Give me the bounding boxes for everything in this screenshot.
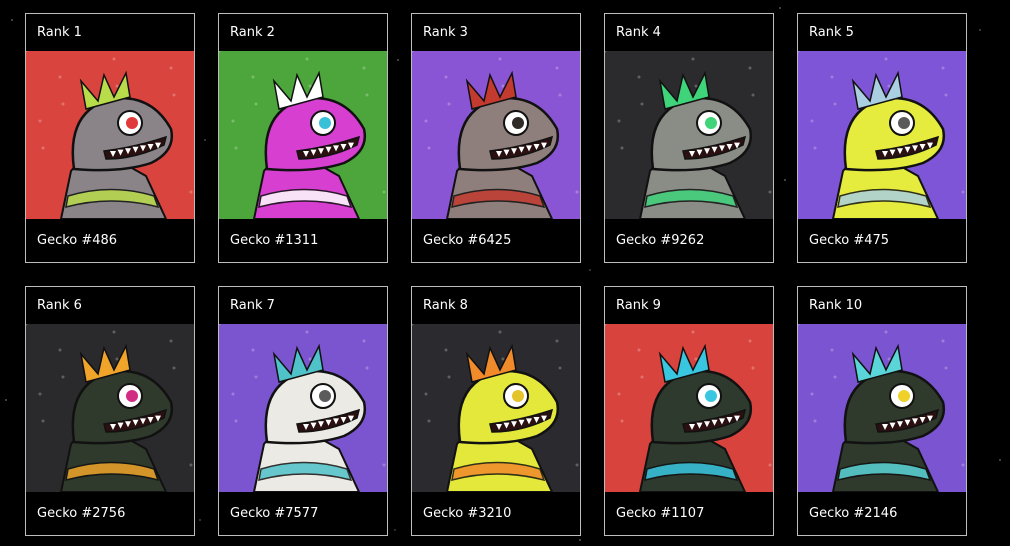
gecko-9262-art [605, 51, 773, 219]
gecko-name[interactable]: Gecko #475 [798, 219, 966, 262]
gecko-image[interactable] [412, 51, 580, 219]
gecko-7577-art [219, 324, 387, 492]
gecko-name[interactable]: Gecko #1311 [219, 219, 387, 262]
rank-label: Rank 8 [423, 298, 468, 313]
gecko-rank-grid: Rank 1 Gecko #486 Rank 2 Gecko #1311 Ran… [25, 13, 967, 536]
gecko-name[interactable]: Gecko #3210 [412, 492, 580, 535]
gecko-name[interactable]: Gecko #486 [26, 219, 194, 262]
gecko-card[interactable]: Rank 1 Gecko #486 [25, 13, 195, 263]
gecko-2146-art [798, 324, 966, 492]
gecko-image[interactable] [26, 51, 194, 219]
gecko-name[interactable]: Gecko #6425 [412, 219, 580, 262]
gecko-card[interactable]: Rank 7 Gecko #7577 [218, 286, 388, 536]
gecko-name[interactable]: Gecko #2146 [798, 492, 966, 535]
gecko-name[interactable]: Gecko #2756 [26, 492, 194, 535]
gecko-image[interactable] [219, 324, 387, 492]
rank-label: Rank 2 [230, 25, 275, 40]
rank-label: Rank 7 [230, 298, 275, 313]
gecko-card[interactable]: Rank 2 Gecko #1311 [218, 13, 388, 263]
gecko-486-art [26, 51, 194, 219]
gecko-name[interactable]: Gecko #9262 [605, 219, 773, 262]
gecko-image[interactable] [605, 51, 773, 219]
gecko-image[interactable] [798, 51, 966, 219]
gecko-image[interactable] [412, 324, 580, 492]
gecko-name[interactable]: Gecko #1107 [605, 492, 773, 535]
gecko-1311-art [219, 51, 387, 219]
rank-label: Rank 6 [37, 298, 82, 313]
gecko-2756-art [26, 324, 194, 492]
gecko-card[interactable]: Rank 5 Gecko #475 [797, 13, 967, 263]
gecko-card[interactable]: Rank 10 Gecko #2146 [797, 286, 967, 536]
rank-label: Rank 10 [809, 298, 863, 313]
rank-label: Rank 3 [423, 25, 468, 40]
gecko-card[interactable]: Rank 3 Gecko #6425 [411, 13, 581, 263]
rank-label: Rank 1 [37, 25, 82, 40]
gecko-6425-art [412, 51, 580, 219]
rank-label: Rank 9 [616, 298, 661, 313]
rank-label: Rank 5 [809, 25, 854, 40]
gecko-image[interactable] [605, 324, 773, 492]
gecko-card[interactable]: Rank 6 Gecko #2756 [25, 286, 195, 536]
gecko-name[interactable]: Gecko #7577 [219, 492, 387, 535]
gecko-3210-art [412, 324, 580, 492]
gecko-card[interactable]: Rank 9 Gecko #1107 [604, 286, 774, 536]
gecko-475-art [798, 51, 966, 219]
gecko-image[interactable] [798, 324, 966, 492]
gecko-card[interactable]: Rank 8 Gecko #3210 [411, 286, 581, 536]
gecko-card[interactable]: Rank 4 Gecko #9262 [604, 13, 774, 263]
rank-label: Rank 4 [616, 25, 661, 40]
gecko-1107-art [605, 324, 773, 492]
gecko-image[interactable] [26, 324, 194, 492]
gecko-image[interactable] [219, 51, 387, 219]
